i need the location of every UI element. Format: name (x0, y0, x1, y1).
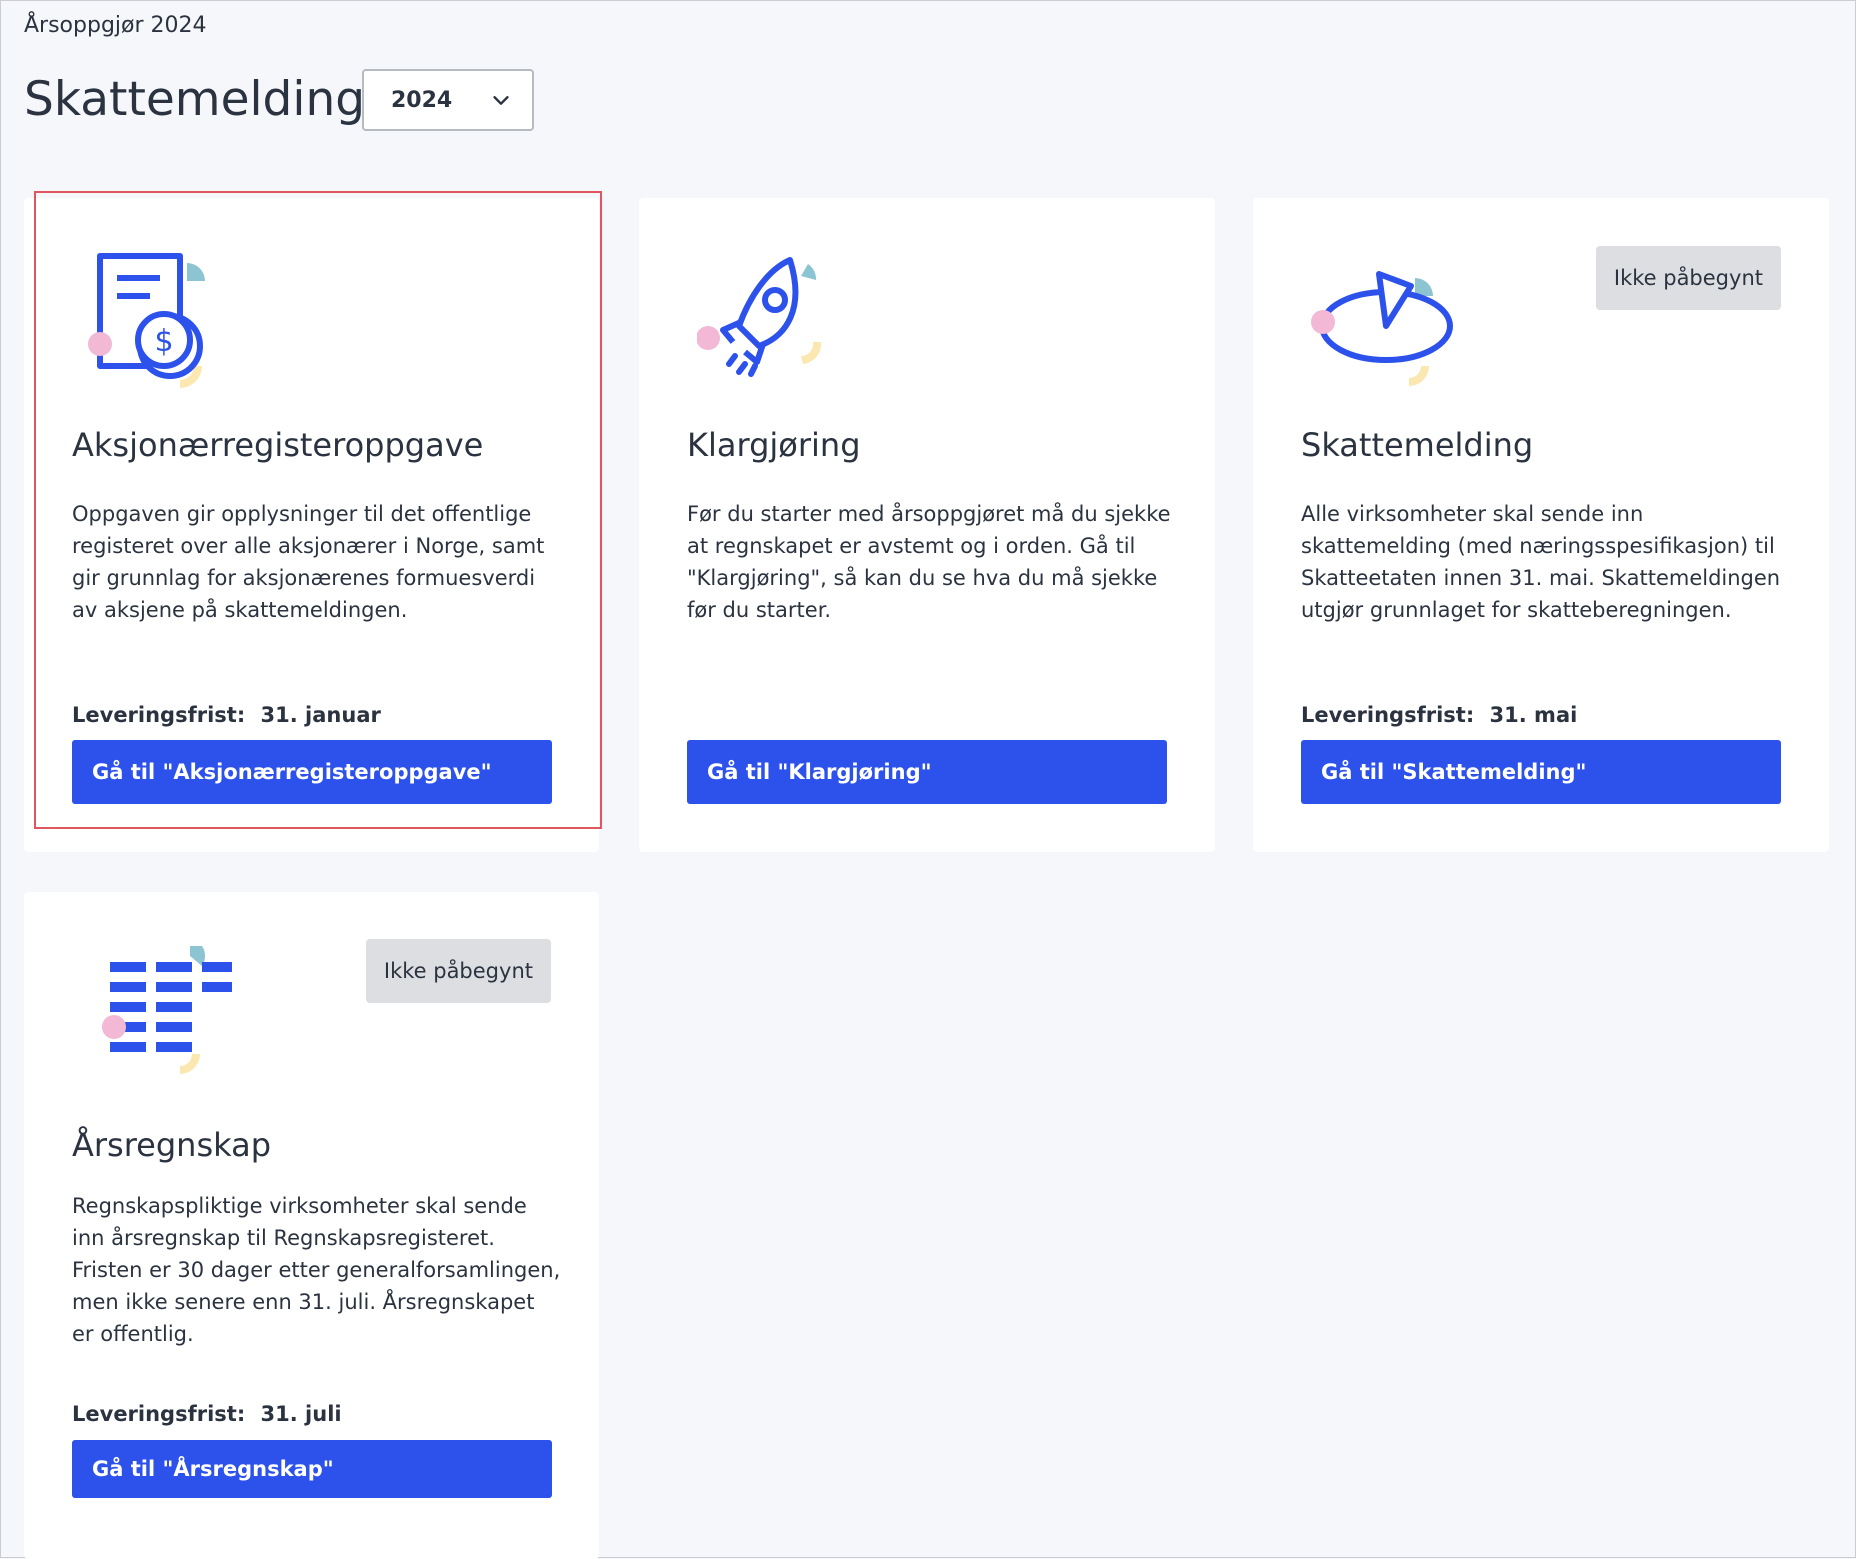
deadline: Leveringsfrist: 31. mai (1301, 703, 1577, 727)
breadcrumb: Årsoppgjør 2024 (24, 13, 207, 38)
card-skattemelding: Ikke påbegynt Skattemelding Alle virksom… (1253, 198, 1829, 852)
deadline-label: Leveringsfrist: (72, 703, 246, 727)
card-title: Klargjøring (687, 426, 861, 464)
table-grid-icon (102, 946, 232, 1074)
go-to-skattemelding-button[interactable]: Gå til "Skattemelding" (1301, 740, 1781, 804)
go-to-arsregnskap-button[interactable]: Gå til "Årsregnskap" (72, 1440, 552, 1498)
pie-chart-icon (1311, 271, 1453, 386)
rocket-icon (697, 257, 822, 377)
year-select[interactable]: 2024 (362, 69, 534, 131)
deadline: Leveringsfrist: 31. juli (72, 1402, 342, 1426)
status-badge: Ikke påbegynt (365, 939, 551, 1003)
deadline-value: 31. januar (260, 703, 381, 727)
deadline-label: Leveringsfrist: (72, 1402, 246, 1426)
page-title: Skattemelding (24, 72, 366, 127)
card-description: Oppgaven gir opplysninger til det offent… (72, 502, 545, 622)
deadline: Leveringsfrist: 31. januar (72, 703, 381, 727)
status-badge: Ikke påbegynt (1595, 246, 1781, 310)
deadline-value: 31. mai (1489, 703, 1578, 727)
card-aksjonaerregisteroppgave: $ Aksjonærregisteroppgave Oppgaven gir o… (24, 198, 599, 852)
go-to-aksjonaerregisteroppgave-button[interactable]: Gå til "Aksjonærregisteroppgave" (72, 740, 552, 804)
card-description: Alle virksomheter skal sende inn skattem… (1301, 502, 1781, 622)
svg-text:$: $ (154, 324, 173, 359)
card-arsregnskap: Ikke påbegynt Årsregnskap Regnskapsplikt… (24, 892, 599, 1559)
year-select-value: 2024 (391, 87, 453, 113)
document-coin-icon: $ (88, 253, 205, 388)
go-to-klargjoring-button[interactable]: Gå til "Klargjøring" (687, 740, 1167, 804)
card-description: Regnskapspliktige virksomheter skal send… (72, 1194, 561, 1346)
card-title: Aksjonærregisteroppgave (72, 426, 484, 464)
deadline-label: Leveringsfrist: (1301, 703, 1475, 727)
card-description: Før du starter med årsoppgjøret må du sj… (687, 502, 1171, 622)
card-title: Skattemelding (1301, 426, 1534, 464)
card-klargjoring: Klargjøring Før du starter med årsoppgjø… (639, 198, 1215, 852)
chevron-down-icon (493, 96, 509, 105)
card-title: Årsregnskap (72, 1126, 272, 1164)
deadline-value: 31. juli (260, 1402, 342, 1426)
